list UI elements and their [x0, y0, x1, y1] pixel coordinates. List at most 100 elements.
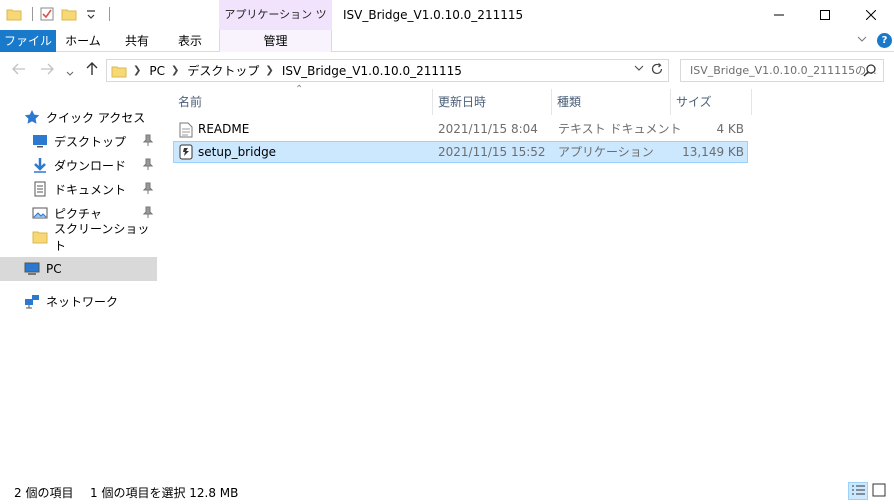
- maximize-icon: [820, 10, 830, 20]
- nav-label: スクリーンショット: [54, 222, 150, 253]
- refresh-icon: [651, 63, 663, 75]
- nav-label: デスクトップ: [54, 134, 127, 149]
- breadcrumb-desktop[interactable]: デスクトップ: [187, 62, 259, 79]
- toolbar-divider: [32, 7, 33, 21]
- file-size: 4 KB: [716, 122, 744, 136]
- breadcrumb-separator[interactable]: ❯: [171, 65, 179, 76]
- chevron-down-icon: [857, 36, 867, 42]
- nav-label: PC: [46, 262, 62, 276]
- folder-icon: [32, 231, 48, 244]
- help-button[interactable]: ?: [877, 33, 892, 48]
- arrow-right-icon: [41, 63, 54, 75]
- breadcrumb-separator[interactable]: ❯: [265, 65, 273, 76]
- arrow-left-icon: [12, 63, 25, 75]
- details-view-icon: [852, 485, 865, 495]
- search-placeholder: ISV_Bridge_V1.0.10.0_211115の...: [690, 64, 877, 77]
- window-title: ISV_Bridge_V1.0.10.0_211115: [343, 8, 524, 22]
- large-icons-view-icon: [872, 483, 886, 497]
- status-bar: 2 個の項目 1 個の項目を選択 12.8 MB: [0, 479, 894, 504]
- search-box[interactable]: ISV_Bridge_V1.0.10.0_211115の...: [680, 59, 884, 82]
- network-icon: [25, 295, 39, 309]
- minimize-button[interactable]: [756, 0, 802, 30]
- file-explorer-window: アプリケーション ツール ISV_Bridge_V1.0.10.0_211115…: [0, 0, 894, 504]
- up-button[interactable]: [86, 62, 98, 80]
- properties-icon[interactable]: [39, 6, 55, 22]
- column-header-size[interactable]: サイズ: [671, 89, 752, 115]
- nav-quick-access[interactable]: クイック アクセス: [0, 105, 157, 129]
- back-button[interactable]: [12, 63, 26, 79]
- nav-label: ピクチャ: [54, 206, 102, 221]
- breadcrumb-separator[interactable]: ❯: [133, 65, 141, 76]
- file-modified: 2021/11/15 8:04: [438, 122, 538, 136]
- file-row-setup-bridge[interactable]: setup_bridge 2021/11/15 15:52 アプリケーション 1…: [173, 141, 748, 163]
- tab-manage[interactable]: 管理: [219, 30, 332, 52]
- recent-locations-button[interactable]: [66, 65, 74, 81]
- toolbar-divider: [109, 7, 110, 21]
- pin-icon[interactable]: [143, 182, 153, 194]
- tab-view[interactable]: 表示: [165, 30, 215, 52]
- folder-icon[interactable]: [6, 6, 22, 22]
- large-icons-view-button[interactable]: [870, 482, 890, 500]
- nav-item-documents[interactable]: ドキュメント: [0, 177, 157, 201]
- ribbon-tabs: ファイル ホーム 共有 表示 管理: [0, 30, 894, 52]
- nav-item-pc[interactable]: PC: [0, 257, 157, 281]
- nav-label: クイック アクセス: [46, 110, 146, 125]
- file-modified: 2021/11/15 15:52: [438, 145, 546, 159]
- status-selection: 1 個の項目を選択 12.8 MB: [90, 486, 239, 500]
- forward-button[interactable]: [40, 63, 54, 79]
- picture-icon: [32, 207, 48, 219]
- file-name: setup_bridge: [198, 145, 277, 159]
- file-row-readme[interactable]: README 2021/11/15 8:04 テキスト ドキュメント 4 KB: [173, 119, 748, 141]
- column-header-type[interactable]: 種類: [552, 89, 671, 115]
- details-view-button[interactable]: [848, 482, 868, 500]
- context-tab-title: アプリケーション ツール: [219, 0, 332, 51]
- download-arrow-icon: [34, 158, 46, 173]
- address-bar[interactable]: ❯ PC ❯ デスクトップ ❯ ISV_Bridge_V1.0.10.0_211…: [106, 59, 669, 82]
- quick-access-toolbar: [6, 6, 110, 22]
- breadcrumb-pc[interactable]: PC: [149, 64, 165, 78]
- close-button[interactable]: [848, 0, 894, 30]
- nav-label: ネットワーク: [46, 294, 119, 309]
- search-icon: [863, 64, 876, 77]
- tab-home[interactable]: ホーム: [58, 30, 108, 52]
- close-icon: [866, 10, 876, 20]
- file-type: テキスト ドキュメント: [558, 122, 682, 136]
- maximize-button[interactable]: [802, 0, 848, 30]
- nav-item-downloads[interactable]: ダウンロード: [0, 153, 157, 177]
- star-icon: [24, 110, 40, 124]
- expand-ribbon-button[interactable]: [857, 33, 867, 46]
- pin-icon[interactable]: [143, 158, 153, 170]
- nav-item-desktop[interactable]: デスクトップ: [0, 129, 157, 153]
- navigation-bar: ❯ PC ❯ デスクトップ ❯ ISV_Bridge_V1.0.10.0_211…: [0, 53, 894, 89]
- nav-item-network[interactable]: ネットワーク: [0, 289, 157, 313]
- file-size: 13,149 KB: [682, 145, 744, 159]
- document-icon: [34, 181, 46, 197]
- pin-icon[interactable]: [143, 134, 153, 146]
- column-header-name[interactable]: 名前: [173, 89, 433, 115]
- address-history-dropdown[interactable]: [634, 64, 644, 75]
- nav-label: ドキュメント: [54, 182, 127, 197]
- column-header-modified[interactable]: 更新日時: [433, 89, 552, 115]
- help-icon: ?: [881, 35, 888, 46]
- refresh-button[interactable]: [650, 62, 664, 80]
- customize-toolbar-chevron-icon[interactable]: [83, 6, 99, 22]
- title-bar: アプリケーション ツール ISV_Bridge_V1.0.10.0_211115: [0, 0, 894, 51]
- chevron-down-icon: [634, 65, 644, 71]
- file-list: ⌃ 名前 更新日時 種類 サイズ README 2021/11/15 8:04 …: [157, 84, 894, 479]
- new-folder-icon[interactable]: [61, 6, 77, 22]
- minimize-icon: [774, 14, 784, 16]
- nav-label: ダウンロード: [54, 158, 127, 173]
- file-type: アプリケーション: [558, 145, 654, 159]
- status-item-count: 2 個の項目: [14, 486, 74, 500]
- folder-icon: [111, 66, 127, 77]
- breadcrumb-current-folder[interactable]: ISV_Bridge_V1.0.10.0_211115: [282, 64, 462, 78]
- nav-item-screenshots[interactable]: スクリーンショット: [0, 222, 157, 253]
- tab-file[interactable]: ファイル: [0, 30, 56, 52]
- tab-share[interactable]: 共有: [112, 30, 162, 52]
- pin-icon[interactable]: [143, 206, 153, 218]
- file-name: README: [198, 122, 250, 136]
- arrow-up-icon: [86, 62, 98, 75]
- text-file-icon: [179, 122, 193, 138]
- application-installer-icon: [179, 144, 193, 160]
- desktop-icon: [33, 135, 47, 148]
